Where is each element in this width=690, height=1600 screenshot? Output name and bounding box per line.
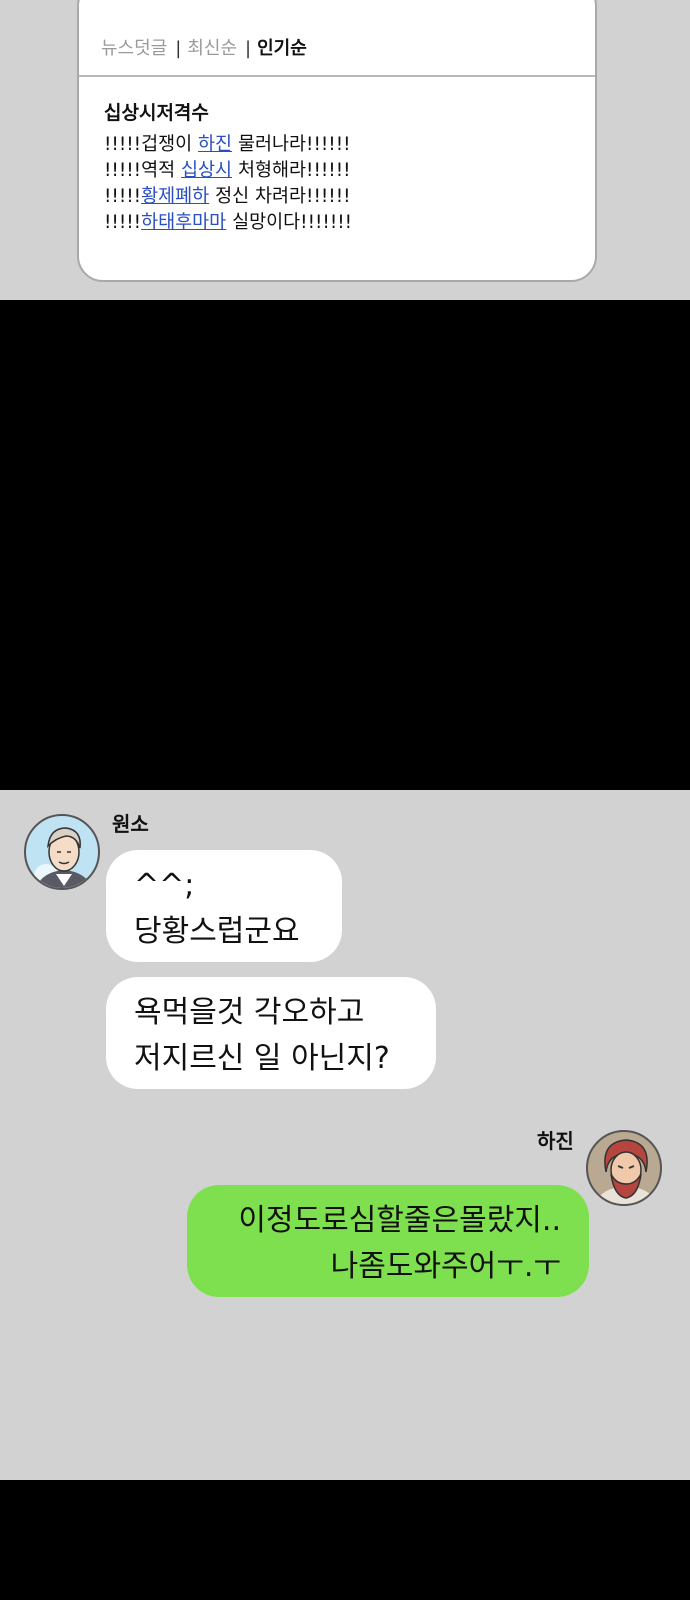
received-message-bubble[interactable]: ^^; 당황스럽군요 xyxy=(106,850,342,962)
tab-underline-divider xyxy=(79,75,595,77)
comment-card: 뉴스덧글 | 최신순 | 인기순 십상시저격수 !!!!!겁쟁이 하진 물러나라!!!!… xyxy=(77,0,597,282)
comment-text: !!!!!겁쟁이 xyxy=(104,134,199,155)
tab-news-comments[interactable]: 뉴스덧글 xyxy=(101,38,167,59)
comment-author: 십상시저격수 xyxy=(104,102,209,124)
comment-panel: 뉴스덧글 | 최신순 | 인기순 십상시저격수 !!!!!겁쟁이 하진 물러나라!!!!… xyxy=(0,0,690,300)
tab-divider: | xyxy=(245,38,252,59)
comment-sort-tabs: 뉴스덧글 | 최신순 | 인기순 xyxy=(101,34,307,60)
sender-name: 원소 xyxy=(112,812,149,836)
comment-text: 정신 차려라!!!!!! xyxy=(209,186,351,207)
comment-text: !!!!! xyxy=(104,186,142,207)
comment-body: !!!!!겁쟁이 하진 물러나라!!!!!! !!!!!역적 십상시 처형해라!… xyxy=(104,132,352,236)
comment-line: !!!!!황제폐하 정신 차려라!!!!!! xyxy=(104,184,352,210)
message-line: 이정도로심할줄은몰랐지.. xyxy=(238,1203,561,1238)
comment-text: 처형해라!!!!!! xyxy=(232,160,351,181)
message-line: ^^; xyxy=(134,868,195,903)
tab-latest[interactable]: 최신순 xyxy=(187,38,237,59)
comment-text: !!!!! xyxy=(104,212,142,233)
received-message-bubble[interactable]: 욕먹을것 각오하고 저지르신 일 아닌지? xyxy=(106,977,436,1089)
chat-panel: 원소 ^^; 당황스럽군요 욕먹을것 각오하고 저지르신 일 아닌지? 하진 이… xyxy=(0,790,690,1480)
hashtag-link[interactable]: 십상시 xyxy=(181,160,232,181)
comment-text: 물러나라!!!!!! xyxy=(232,134,351,155)
message-line: 욕먹을것 각오하고 xyxy=(134,995,365,1030)
bearded-man-portrait-avatar[interactable] xyxy=(586,1130,662,1206)
comment-line: !!!!!겁쟁이 하진 물러나라!!!!!! xyxy=(104,132,352,158)
message-line: 저지르신 일 아닌지? xyxy=(134,1041,390,1076)
hashtag-link[interactable]: 하진 xyxy=(198,134,232,155)
comment-line: !!!!!역적 십상시 처형해라!!!!!! xyxy=(104,158,352,184)
hashtag-link[interactable]: 황제폐하 xyxy=(141,186,209,207)
tab-divider: | xyxy=(175,38,182,59)
male-portrait-avatar[interactable] xyxy=(24,814,100,890)
sender-name: 하진 xyxy=(537,1129,574,1153)
message-line: 당황스럽군요 xyxy=(134,914,300,949)
comment-text: 실망이다!!!!!!! xyxy=(226,212,353,233)
message-line: 나좀도와주어ㅜ.ㅜ xyxy=(330,1249,561,1284)
comment-text: !!!!!역적 xyxy=(104,160,182,181)
sent-message-bubble[interactable]: 이정도로심할줄은몰랐지.. 나좀도와주어ㅜ.ㅜ xyxy=(187,1185,589,1297)
tab-popular[interactable]: 인기순 xyxy=(257,38,307,59)
comment-line: !!!!!하태후마마 실망이다!!!!!!! xyxy=(104,210,352,236)
hashtag-link[interactable]: 하태후마마 xyxy=(141,212,226,233)
